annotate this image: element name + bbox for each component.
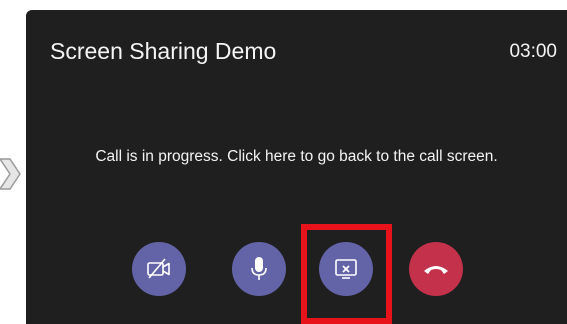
microphone-icon [251, 257, 267, 280]
stop-sharing-highlight-box [301, 224, 392, 324]
microphone-button[interactable] [232, 242, 286, 296]
step-arrow-icon [0, 158, 21, 190]
hang-up-button[interactable] [409, 242, 463, 296]
phone-hangup-icon [424, 266, 448, 274]
video-off-icon [147, 258, 170, 279]
call-controls [26, 10, 567, 324]
screenshot-stage: Screen Sharing Demo 03:00 Call is in pro… [0, 0, 567, 324]
video-off-button[interactable] [132, 242, 186, 296]
call-monitor-panel: Screen Sharing Demo 03:00 Call is in pro… [26, 10, 567, 324]
